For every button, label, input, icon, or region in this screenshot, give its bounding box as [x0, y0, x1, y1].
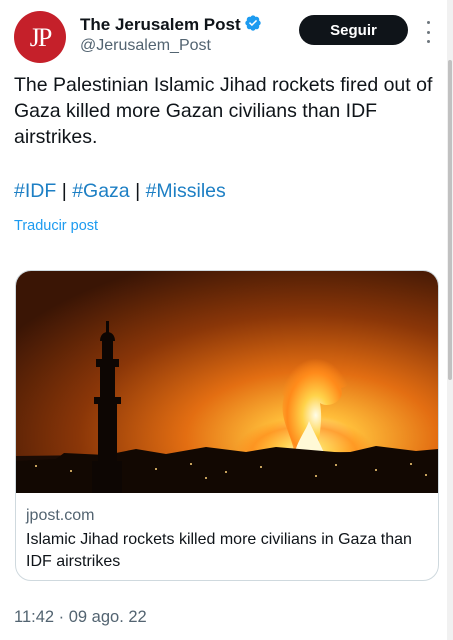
post-text: The Palestinian Islamic Jihad rockets fi… [14, 74, 433, 148]
hashtag-separator: | [61, 180, 67, 202]
avatar[interactable]: JP [14, 11, 66, 63]
more-options-icon[interactable] [422, 21, 434, 43]
post-header: JP The Jerusalem Post @Jerusalem_Post Se… [14, 11, 444, 63]
verified-badge-icon [244, 14, 262, 37]
follow-button[interactable]: Seguir [299, 15, 408, 45]
link-preview-card[interactable]: jpost.com Islamic Jihad rockets killed m… [15, 270, 439, 581]
card-image[interactable] [16, 271, 438, 493]
post-container: JP The Jerusalem Post @Jerusalem_Post Se… [0, 0, 453, 640]
card-domain[interactable]: jpost.com [26, 507, 94, 525]
translate-post-link[interactable]: Traducir post [14, 218, 98, 234]
hashtag-missiles[interactable]: #Missiles [146, 180, 226, 202]
author-name[interactable]: The Jerusalem Post [80, 14, 262, 37]
hashtag-gaza[interactable]: #Gaza [72, 180, 129, 202]
scrollbar-thumb[interactable] [448, 60, 452, 380]
card-title[interactable]: Islamic Jihad rockets killed more civili… [26, 529, 426, 573]
author-name-text[interactable]: The Jerusalem Post [80, 15, 241, 34]
author-handle[interactable]: @Jerusalem_Post [80, 37, 211, 55]
hashtag-line: #IDF | #Gaza | #Missiles [14, 180, 226, 203]
post-timestamp[interactable]: 11:42 · 09 ago. 22 [14, 608, 147, 627]
avatar-logo-text: JP [29, 22, 53, 52]
hashtag-idf[interactable]: #IDF [14, 180, 56, 202]
hashtag-separator: | [135, 180, 141, 202]
